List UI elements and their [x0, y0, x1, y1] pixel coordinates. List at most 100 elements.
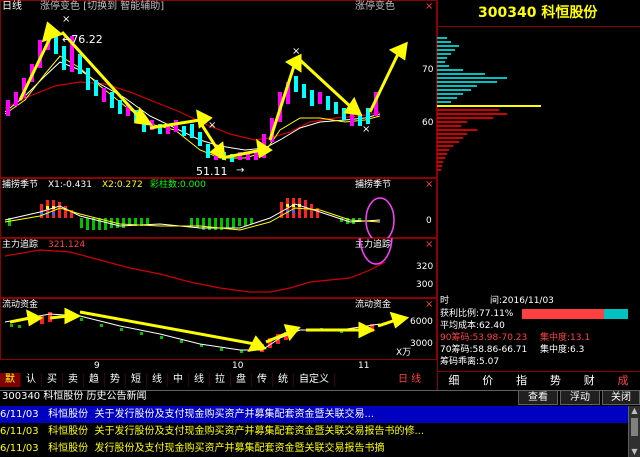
highlight-ellipse [359, 238, 393, 265]
tab-trend[interactable]: 趋 [84, 373, 105, 387]
profit-bar [522, 309, 628, 319]
news-row-selected[interactable]: 6/11/03 科恒股份 关于发行股份及支付现金购买资产并募集配套资金暨关联交易… [0, 406, 628, 423]
news-header: 300340 科恒股份 历史公告新闻 [2, 391, 147, 402]
candle-chart-svg[interactable]: × × × × [0, 0, 437, 178]
tab-short[interactable]: 短 [126, 373, 147, 387]
stock-code-name: 300340 科恒股份 [478, 5, 598, 21]
high-price-label: ←76.22 [62, 33, 103, 46]
news-date: 6/11/03 [0, 443, 39, 454]
news-row[interactable]: 6/11/03 科恒股份 发行股份及支付现金购买资产并募集配套资金暨关联交易报告… [0, 440, 628, 457]
tab-default-2[interactable]: 认 [21, 373, 42, 387]
tab-classic[interactable]: 传 [252, 373, 273, 387]
candle [198, 132, 202, 146]
news-stock: 科恒股份 [48, 426, 89, 437]
pane3-chart [4, 307, 410, 353]
float-button[interactable]: 浮动 [560, 390, 600, 405]
tab-pull[interactable]: 拉 [210, 373, 231, 387]
tab-price[interactable]: 价 [471, 372, 505, 390]
tab-index[interactable]: 指 [505, 372, 539, 390]
candle [62, 46, 66, 70]
candle [78, 54, 82, 74]
tab-short-2[interactable]: 线 [147, 373, 168, 387]
marker-x: × [362, 124, 370, 135]
pane1-histogram [4, 197, 395, 238]
low-price-label: 51.11 [196, 165, 228, 178]
tab-finance[interactable]: 财 [572, 372, 606, 390]
scroll-up-icon[interactable]: ▲ [629, 406, 640, 416]
news-text: 发行股份及支付现金购买资产并募集配套资金暨关联交易报告书摘 [94, 443, 385, 454]
tab-trend-power[interactable]: 势 [538, 372, 572, 390]
candle [94, 80, 98, 96]
unit-label: X万 [396, 348, 412, 358]
news-stock: 科恒股份 [48, 409, 89, 420]
tab-detail[interactable]: 细 [437, 372, 471, 390]
tab-classic-2[interactable]: 统 [273, 373, 294, 387]
pane3-tick-6000: 6000 [410, 317, 433, 327]
chip90: 90筹码:53.98-70.23 [440, 333, 528, 343]
news-stock: 科恒股份 [48, 443, 89, 454]
marker-x: × [292, 46, 300, 57]
tab-default-1[interactable]: 默 [0, 373, 21, 387]
pane2-tick-300: 300 [416, 280, 434, 290]
close-button[interactable]: 关闭 [602, 390, 640, 405]
profit-ratio: 获利比例:77.11% [440, 309, 514, 319]
scroll-thumb[interactable] [631, 418, 638, 436]
date-label: 间:2016/11/03 [490, 296, 554, 306]
pane1-tick: 0 [426, 216, 432, 226]
candle [182, 126, 186, 136]
indicator-tabs: 细 价 指 势 财 成 [437, 371, 640, 390]
candles [6, 28, 378, 162]
candle [318, 92, 322, 104]
candle [118, 100, 122, 114]
chip70: 70筹码:58.86-66.71 [440, 345, 528, 355]
candle [110, 92, 114, 108]
pane3-tick-3000: 3000 [410, 339, 433, 349]
scroll-down-icon[interactable]: ▼ [629, 447, 640, 457]
tab-pull-2[interactable]: 盘 [231, 373, 252, 387]
ma-line-yellow [4, 55, 381, 159]
concentration70: 集中度:6.3 [540, 345, 585, 355]
chip-ratio: 筹码乖离:5.07 [440, 357, 500, 367]
candle [190, 124, 194, 138]
news-text: 关于发行股份及支付现金购买资产并募集配套资金暨关联交易... [94, 409, 375, 420]
concentration90: 集中度:13.1 [540, 333, 591, 343]
tab-sell[interactable]: 卖 [63, 373, 84, 387]
pane2-tick-320: 320 [416, 262, 434, 272]
news-row[interactable]: 6/11/03 科恒股份 关于发行股份及支付现金购买资产并募集配套资金暨关联交易… [0, 423, 628, 440]
tab-trend-2[interactable]: 势 [105, 373, 126, 387]
view-button[interactable]: 查看 [518, 390, 558, 405]
tab-buy[interactable]: 买 [42, 373, 63, 387]
candle [6, 100, 10, 116]
tab-custom[interactable]: 自定义 [294, 373, 335, 387]
news-scrollbar[interactable]: ▲ ▼ [628, 406, 640, 457]
x-tick-9: 9 [94, 361, 100, 371]
period-tab[interactable]: 日 线 [398, 375, 421, 385]
candle [310, 90, 314, 106]
candle [166, 126, 170, 134]
chip-distribution-chart [437, 37, 541, 171]
news-text: 关于发行股份及支付现金购买资产并募集配套资金暨关联交易报告书的修... [94, 426, 425, 437]
tab-volume[interactable]: 成 [606, 372, 640, 390]
news-date: 6/11/03 [0, 409, 39, 420]
candle [294, 76, 298, 92]
price-tick-70: 70 [422, 65, 434, 75]
profit-bar-fill [522, 309, 604, 319]
candle [102, 88, 106, 102]
candle [334, 102, 338, 114]
highlight-ellipse [365, 197, 395, 238]
candle [302, 84, 306, 98]
low-price-arrow: → [236, 165, 245, 176]
price-tick-60: 60 [422, 118, 434, 128]
news-date: 6/11/03 [0, 426, 39, 437]
x-tick-10: 10 [232, 361, 244, 371]
pane2-line [4, 238, 393, 293]
candle [174, 120, 178, 132]
tab-mid-2[interactable]: 线 [189, 373, 210, 387]
marker-x: × [62, 14, 70, 25]
candle [246, 154, 250, 160]
time-label: 时 [440, 296, 450, 306]
candle [86, 68, 90, 90]
candle [14, 92, 18, 106]
tab-mid[interactable]: 中 [168, 373, 189, 387]
x-tick-11: 11 [358, 361, 370, 371]
